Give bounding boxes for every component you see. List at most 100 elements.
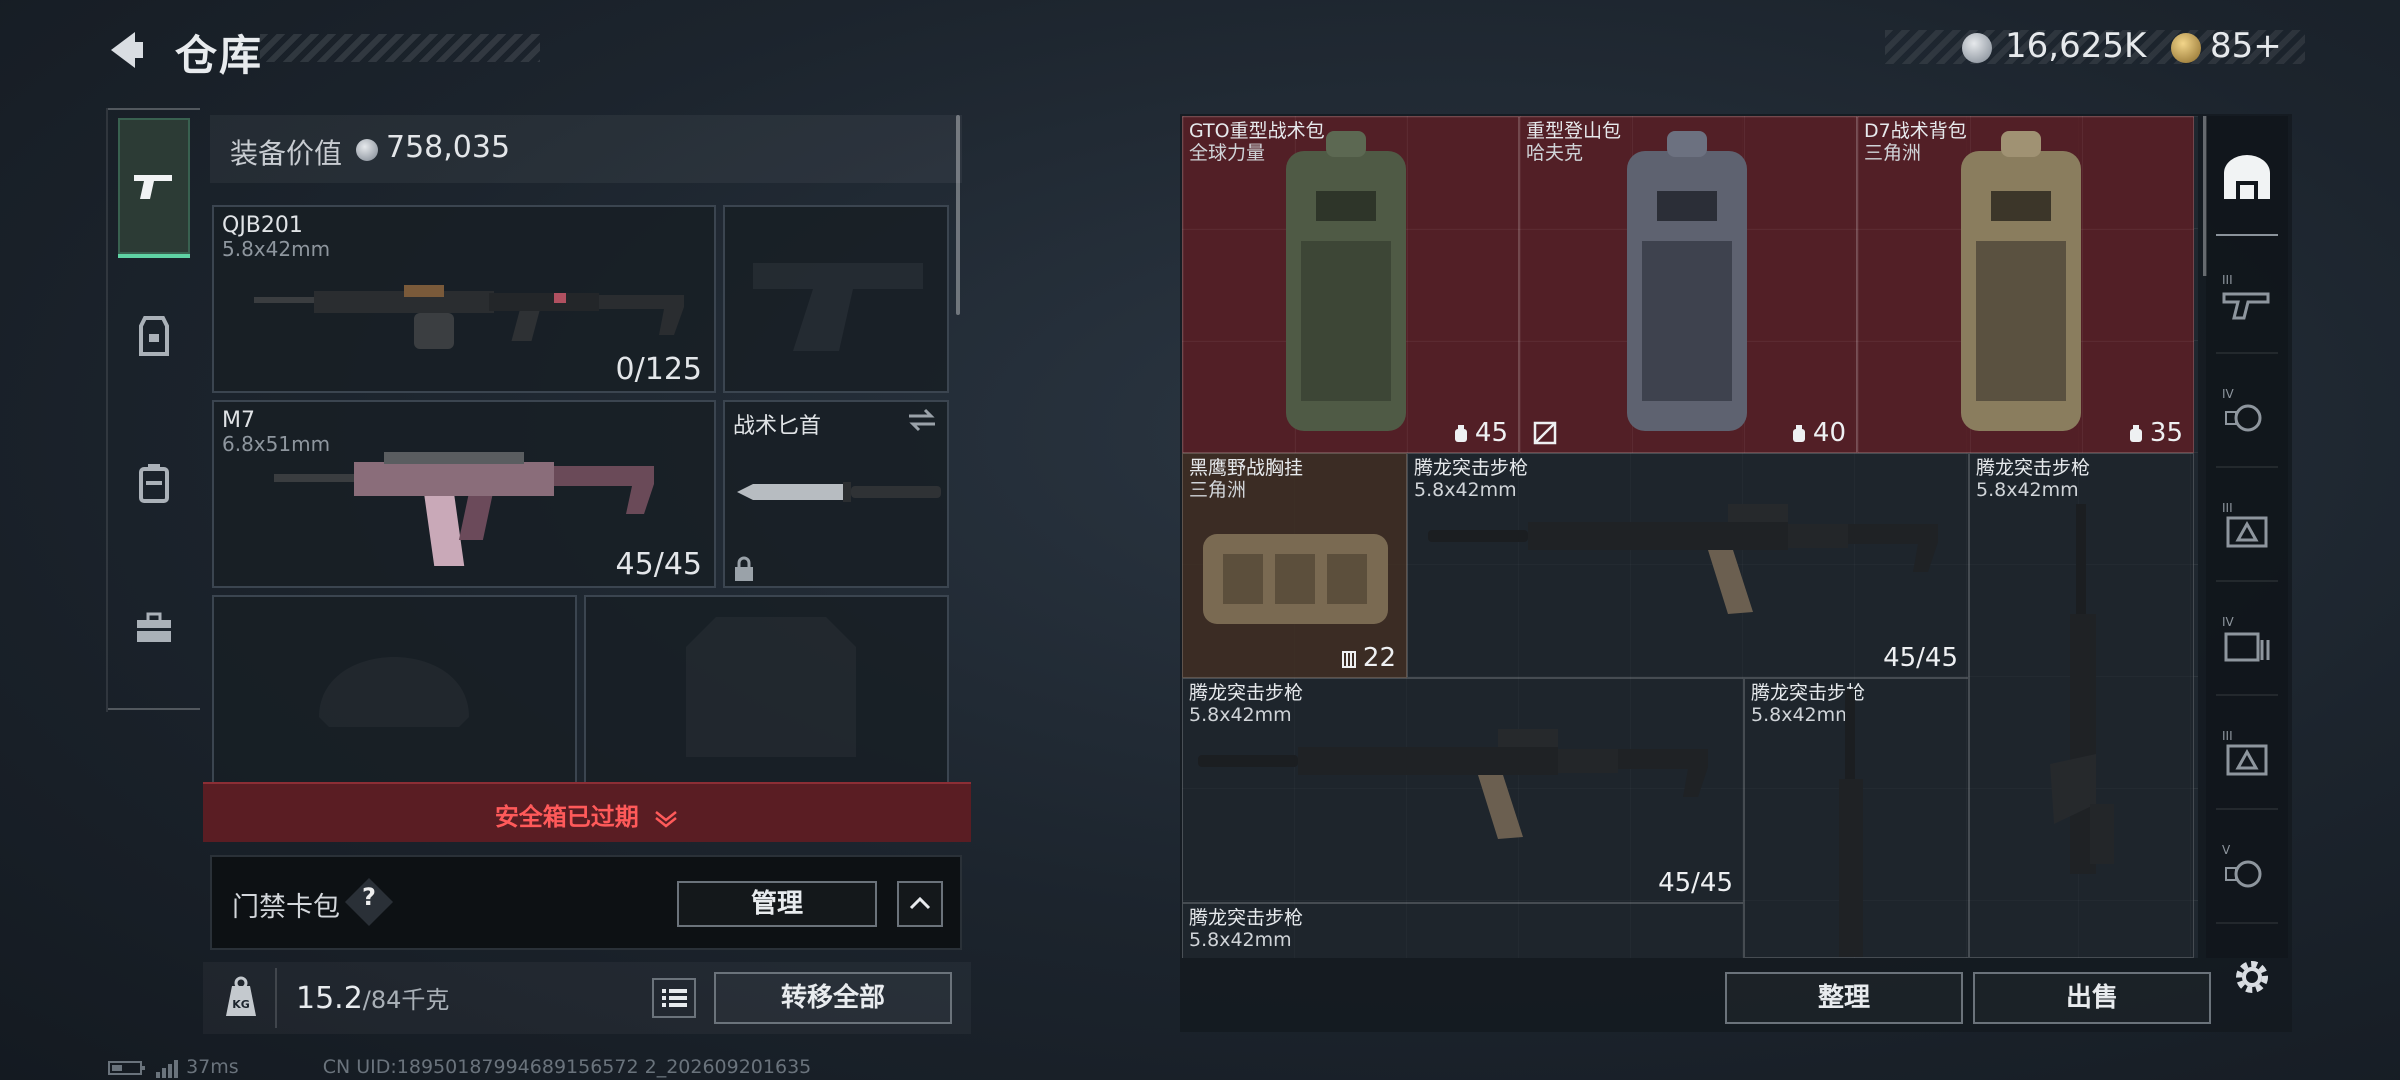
equipment-value: 758,035 [386,130,511,165]
keycard-wallet-row: 门禁卡包 ? 管理 [210,855,962,950]
manage-button[interactable]: 管理 [677,881,877,927]
item-capacity: 40 [1791,418,1846,448]
filter-tier-armor[interactable]: III [2216,696,2278,810]
item-subtitle: 5.8x42mm [1189,929,1292,951]
safe-box-expired-banner[interactable]: 安全箱已过期 [203,782,971,842]
safe-box-expired-text: 安全箱已过期 [203,797,971,832]
storage-item-backpack[interactable]: D7战术背包 三角洲 35 [1857,116,2194,453]
tab-backpack[interactable] [118,415,190,551]
rifle-image [1198,729,1708,839]
item-name: 腾龙突击步枪 [1976,457,2091,479]
tab-case[interactable] [118,560,190,696]
storage-item-rifle[interactable]: 腾龙突击步枪 5.8x42mm [1744,678,1969,958]
tab-weapons[interactable] [118,118,190,258]
tab-equipment[interactable] [118,268,190,404]
chevron-down-icon [655,811,677,828]
loadout-scrollbar[interactable] [956,115,960,315]
storage-grid: GTO重型战术包 全球力量 45 重型登山包 哈夫克 40 D7战术背包 三角洲 [1182,116,2198,958]
svg-text:III: III [2222,501,2233,515]
weapon-ammo-count: 0/125 [615,352,702,387]
carry-weight: 15.2/84千克 [296,980,449,1016]
item-subtitle: 全球力量 [1189,142,1266,164]
item-name: 重型登山包 [1526,120,1622,142]
backpack-icon [139,464,169,503]
status-bar: 37ms CN UID:18950187994689156572 2_20260… [108,1056,811,1078]
item-name: 腾龙突击步枪 [1414,457,1529,479]
storage-item-rifle[interactable]: 腾龙突击步枪 5.8x42mm 45/45 [1182,678,1744,903]
tier-armor-icon: III [2222,729,2268,776]
gold-coin-icon [2171,33,2201,63]
armor-silhouette-icon [686,617,856,757]
secondary-weapon-slot[interactable]: M7 6.8x51mm 45/45 [212,400,716,588]
list-view-button[interactable] [652,978,696,1018]
back-arrow-icon[interactable] [105,28,149,72]
page-title: 仓库 [175,31,264,80]
filter-tier-medical[interactable]: III [2216,468,2278,582]
gold-currency-amount[interactable]: 85+ [2210,26,2282,66]
swap-arrows-icon[interactable] [907,408,937,432]
expand-button[interactable] [897,881,943,927]
storage-item-rifle[interactable]: 腾龙突击步枪 5.8x42mm [1969,453,2194,958]
melee-slot[interactable]: 战术匕首 [723,400,949,588]
pistol-icon [134,175,172,199]
help-icon[interactable]: ? [352,883,386,911]
melee-name: 战术匕首 [733,414,822,439]
backpack-image [1286,131,1406,431]
item-capacity: 45 [1453,418,1508,448]
storage-item-backpack[interactable]: 重型登山包 哈夫克 40 [1519,116,1857,453]
weapon-name: M7 [222,408,255,433]
item-subtitle: 三角洲 [1864,142,1922,164]
helmet-slot-empty[interactable] [212,595,577,785]
filter-tier-gear[interactable]: IV [2216,354,2278,468]
svg-text:V: V [2222,843,2231,857]
filter-tier-container[interactable]: IV [2216,582,2278,696]
filter-divider [2216,234,2278,236]
ping-value: 37ms [186,1056,239,1078]
silver-coin-icon [1962,33,1992,63]
uid-text: CN UID:18950187994689156572 2_2026092016… [322,1056,812,1078]
storage-item-rifle[interactable]: 腾龙突击步枪 5.8x42mm 45/45 [1407,453,1969,678]
svg-text:KG: KG [232,998,250,1011]
filter-all-button[interactable] [2212,130,2282,226]
silver-coin-icon [356,139,378,161]
no-insure-icon [1533,421,1557,445]
storage-item-backpack[interactable]: GTO重型战术包 全球力量 45 [1182,116,1519,453]
combat-knife-image [737,482,941,502]
svg-text:IV: IV [2222,615,2235,629]
equipment-value-label: 装备价值 [230,137,343,170]
sidearm-slot-empty[interactable] [723,205,949,393]
storage-item-rifle[interactable]: 腾龙突击步枪 5.8x42mm [1182,903,1744,958]
tier-attachment-icon: V [2222,843,2262,888]
battery-icon [108,1060,145,1075]
item-capacity-value: 40 [1812,418,1846,448]
filter-tier-attachment[interactable]: V [2216,810,2278,924]
tier-medical-icon: III [2222,501,2268,548]
sell-button[interactable]: 出售 [1973,972,2211,1024]
keycard-wallet-label: 门禁卡包 [232,892,340,923]
item-capacity-value: 22 [1362,643,1396,673]
svg-text:IV: IV [2222,387,2235,401]
item-subtitle: 三角洲 [1189,479,1247,501]
briefcase-icon [137,612,171,642]
armor-slot-empty[interactable] [584,595,949,785]
warehouse-icon [2224,155,2270,199]
filter-tier-weapon[interactable]: III [2216,240,2278,354]
tier-container-icon: IV [2222,615,2270,662]
tier-gear-icon: IV [2222,387,2262,432]
primary-weapon-slot[interactable]: QJB201 5.8x42mm 0/125 [212,205,716,393]
list-icon [662,989,687,1007]
item-name: 腾龙突击步枪 [1189,682,1304,704]
machine-gun-image [254,285,684,349]
svg-text:III: III [2222,729,2233,743]
sort-button[interactable]: 整理 [1725,972,1963,1024]
item-subtitle: 哈夫克 [1526,142,1584,164]
gear-icon[interactable] [2230,955,2274,999]
storage-item-chest-rig[interactable]: 黑鹰野战胸挂 三角洲 22 [1182,453,1407,678]
capacity-icon [2129,424,2142,442]
carry-weight-max: /84千克 [362,986,450,1014]
armor-vest-icon [139,316,169,356]
capacity-icon [1792,424,1805,442]
chest-rig-image [1203,534,1388,624]
transfer-all-button[interactable]: 转移全部 [714,972,952,1024]
silver-currency-amount[interactable]: 16,625K [2005,26,2146,66]
